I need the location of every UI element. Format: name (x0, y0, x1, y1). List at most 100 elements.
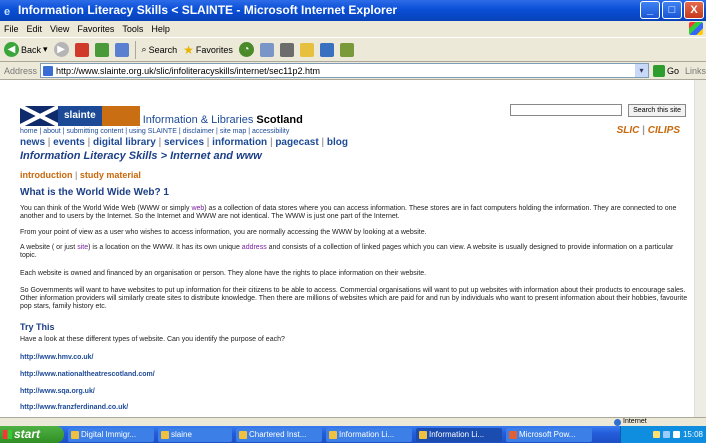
task-label: Chartered Inst... (249, 429, 307, 439)
taskbar-item[interactable]: Digital Immigr... (68, 427, 154, 442)
site-search-input[interactable] (510, 104, 623, 116)
chevron-down-icon[interactable]: ▾ (634, 64, 648, 77)
discuss-icon[interactable] (319, 42, 334, 57)
task-label: Digital Immigr... (81, 429, 137, 439)
taskbar-item[interactable]: Chartered Inst... (236, 427, 322, 442)
web-page: slainte Information & Libraries Scotland… (0, 80, 694, 417)
taskbar: start Digital Immigr... slaine Chartered… (0, 426, 706, 443)
link-home[interactable]: home (20, 128, 38, 135)
taskbar-item[interactable]: Information Li... (326, 427, 412, 442)
links-button[interactable]: Links (685, 66, 706, 76)
p3-text-cont: ) is a location on the WWW. It has its o… (88, 244, 242, 251)
site-logo[interactable]: slainte Information & Libraries Scotland (20, 106, 303, 126)
link-national-theatre[interactable]: http://www.nationaltheatrescotland.com/ (20, 371, 155, 378)
messenger-icon[interactable] (339, 42, 354, 57)
nav-pagecast[interactable]: pagecast (275, 137, 318, 148)
folder-icon (161, 430, 169, 439)
site-search: Search this site (510, 104, 686, 117)
start-button[interactable]: start (0, 426, 64, 443)
windows-flag-icon (689, 22, 703, 35)
address-bar: Address http://www.slainte.org.uk/slic/i… (0, 62, 706, 80)
history-icon[interactable]: ◔ (238, 42, 254, 57)
stop-icon[interactable] (74, 42, 89, 57)
volume-icon[interactable] (672, 431, 680, 438)
menu-favorites[interactable]: Favorites (77, 21, 114, 37)
back-label: Back (21, 44, 42, 55)
go-arrow-icon (652, 64, 665, 77)
minimize-button[interactable]: _ (640, 1, 660, 19)
task-icon (71, 430, 79, 439)
link-franz-ferdinand[interactable]: http://www.franzferdinand.co.uk/ (20, 404, 128, 411)
link-sqa[interactable]: http://www.sqa.org.uk/ (20, 388, 95, 395)
edit-icon[interactable] (299, 42, 314, 57)
link-about[interactable]: about (43, 128, 61, 135)
network-icon[interactable] (662, 431, 670, 438)
address-label: Address (4, 65, 38, 76)
taskbar-item-active[interactable]: Information Li... (416, 427, 502, 442)
search-label: Search (148, 44, 178, 55)
glossary-link-web[interactable]: web (191, 205, 204, 212)
try-this-heading: Try This (20, 322, 55, 332)
logo-block (101, 106, 140, 126)
task-label: Information Li... (339, 429, 395, 439)
link-hmv[interactable]: http://www.hmv.co.uk/ (20, 354, 94, 361)
powerpoint-icon (509, 430, 517, 439)
slic-link[interactable]: SLIC (617, 125, 640, 136)
menu-bar: File Edit View Favorites Tools Help (0, 21, 706, 37)
tray-icon[interactable] (652, 431, 660, 438)
menu-view[interactable]: View (50, 21, 69, 37)
subnav-introduction[interactable]: introduction (20, 170, 73, 180)
search-icon: ⌕ (141, 44, 147, 54)
nav-news[interactable]: news (20, 137, 45, 148)
menu-edit[interactable]: Edit (27, 21, 43, 37)
refresh-icon[interactable] (94, 42, 109, 57)
star-icon: ★ (183, 42, 194, 57)
vertical-scrollbar[interactable] (694, 80, 706, 417)
glossary-link-address[interactable]: address (242, 244, 267, 251)
nav-services[interactable]: services (164, 137, 204, 148)
nav-information[interactable]: information (212, 137, 267, 148)
print-icon[interactable] (279, 42, 294, 57)
glossary-link-site[interactable]: site (77, 244, 88, 251)
link-accessibility[interactable]: accessibility (252, 128, 289, 135)
nav-events[interactable]: events (53, 137, 85, 148)
menu-help[interactable]: Help (151, 21, 170, 37)
home-icon[interactable] (114, 42, 129, 57)
clock[interactable]: 15:08 (683, 430, 703, 439)
address-input[interactable]: http://www.slainte.org.uk/slic/infoliter… (40, 63, 649, 78)
back-button[interactable]: ◀ Back ▾ (4, 42, 48, 57)
taskbar-item[interactable]: slaine (158, 427, 232, 442)
main-nav: news | events | digital library | servic… (20, 137, 348, 148)
link-using-slainte[interactable]: using SLAINTE (129, 128, 177, 135)
p3-text: A website ( or just (20, 244, 78, 251)
link-submitting-content[interactable]: submitting content (66, 128, 123, 135)
partner-links: SLIC | CILIPS (616, 125, 680, 136)
forward-button[interactable]: ▶ (53, 42, 69, 57)
section-title: What is the World Wide Web? 1 (20, 187, 169, 198)
link-site-map[interactable]: site map (220, 128, 246, 135)
search-site-button[interactable]: Search this site (628, 104, 686, 117)
maximize-button[interactable]: □ (662, 1, 682, 19)
link-disclaimer[interactable]: disclaimer (183, 128, 215, 135)
toolbar: ◀ Back ▾ ▶ ⌕ Search ★ Favorites ◔ (0, 37, 706, 62)
subnav-study-material[interactable]: study material (80, 170, 141, 180)
toolbar-separator (134, 40, 136, 59)
slainte-logo-text: slainte (58, 106, 102, 126)
favorites-button[interactable]: ★ Favorites (183, 43, 233, 57)
org-name-text: Information & Libraries (142, 114, 257, 126)
system-tray: 15:08 (620, 426, 706, 443)
go-button[interactable]: Go (652, 64, 679, 77)
go-label: Go (666, 65, 679, 76)
nav-digital-library[interactable]: digital library (93, 137, 156, 148)
menu-file[interactable]: File (4, 21, 19, 37)
task-label: Information Li... (429, 429, 485, 439)
address-url[interactable]: http://www.slainte.org.uk/slic/infoliter… (56, 66, 320, 76)
cilips-link[interactable]: CILIPS (648, 125, 680, 136)
search-button[interactable]: ⌕ Search (142, 44, 178, 55)
close-button[interactable]: X (684, 1, 704, 19)
nav-blog[interactable]: blog (327, 137, 348, 148)
mail-icon[interactable] (259, 42, 274, 57)
taskbar-item[interactable]: Microsoft Pow... (506, 427, 592, 442)
menu-tools[interactable]: Tools (122, 21, 143, 37)
paragraph-1: You can think of the World Wide Web (WWW… (20, 205, 688, 221)
